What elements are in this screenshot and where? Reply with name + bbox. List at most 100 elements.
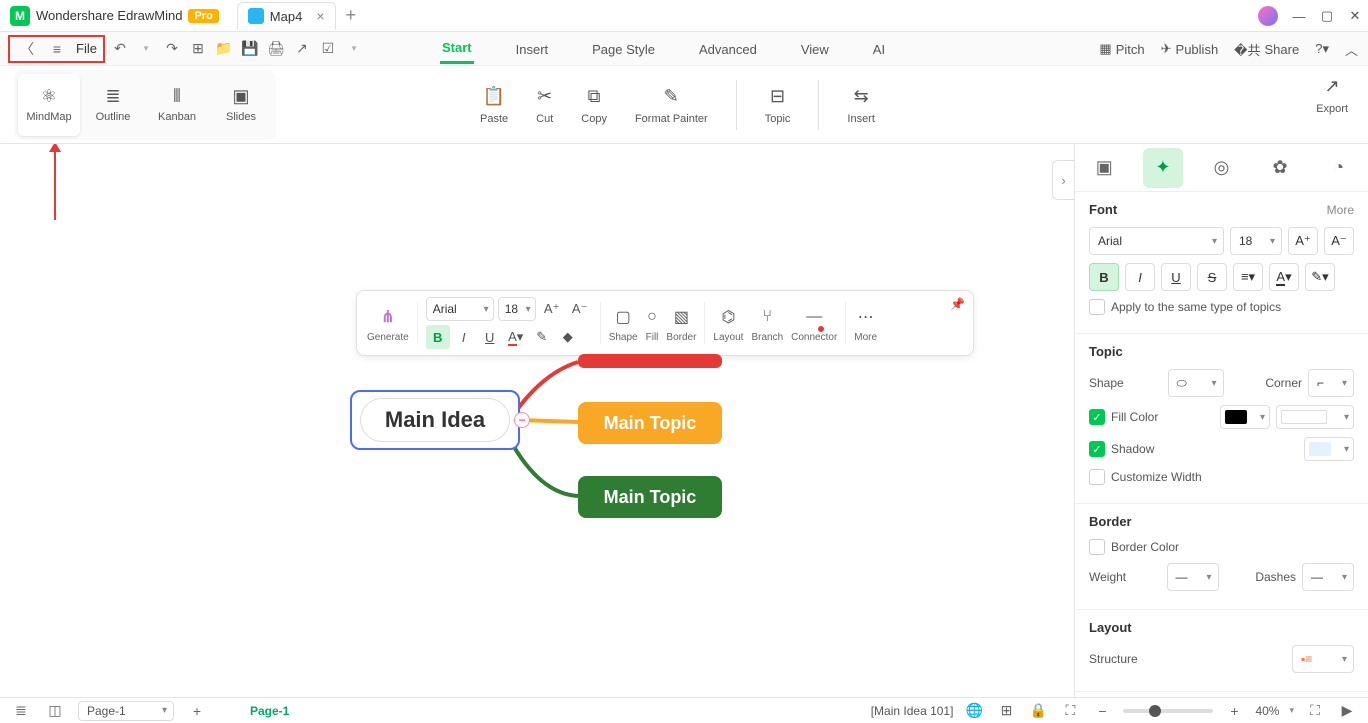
generate-button[interactable]: ⋔ Generate [367,304,409,343]
branch-button[interactable]: ⑂Branch [751,304,783,343]
shadow-checkbox[interactable]: ✓ [1089,441,1105,457]
export-button[interactable]: ↗Export [1316,76,1348,115]
undo-button[interactable]: ↶ [109,38,131,60]
lock-icon[interactable]: 🔒 [1027,700,1049,722]
fillcolor2-picker[interactable] [1276,405,1354,429]
structure-select[interactable]: ▪≡ [1292,645,1354,673]
insert-ribbon-button[interactable]: ⇆Insert [847,86,875,125]
topic-node-2[interactable]: Main Topic [578,402,722,444]
undo-dropdown[interactable]: ▾ [135,38,157,60]
strike-panel-button[interactable]: S [1197,263,1227,291]
increase-font-panel[interactable]: A⁺ [1288,227,1318,255]
bordercolor-checkbox[interactable] [1089,539,1105,555]
qat-more[interactable]: ▾ [343,38,365,60]
copy-button[interactable]: ⧉Copy [581,86,607,125]
publish-button[interactable]: ✈ Publish [1161,41,1219,57]
add-page-button[interactable]: + [186,700,208,722]
italic-button[interactable]: I [452,325,476,349]
fontcolor-button[interactable]: A▾ [504,325,528,349]
print-button[interactable]: 🖨 [265,38,287,60]
collapse-panel-button[interactable]: › [1052,160,1074,200]
fullscreen-icon[interactable]: ⛶ [1304,700,1326,722]
dashes-select[interactable]: — [1302,563,1354,591]
topic-node-3[interactable]: Main Topic [578,476,722,518]
menu-icon[interactable]: ≡ [46,38,68,60]
add-tab-button[interactable]: + [346,5,357,26]
slides-mode-button[interactable]: ▣Slides [210,74,272,136]
fill-button[interactable]: ○Fill [646,304,659,343]
cut-button[interactable]: ✂Cut [536,86,553,125]
font-family-select[interactable]: Arial [1089,227,1224,255]
checklist-button[interactable]: ☑ [317,38,339,60]
corner-select[interactable]: ⌐ [1308,369,1354,397]
user-avatar[interactable] [1258,6,1278,26]
outline-toggle-icon[interactable]: ≣ [10,700,32,722]
bold-panel-button[interactable]: B [1089,263,1119,291]
collapse-handle[interactable]: − [514,412,530,428]
close-window-button[interactable]: ✕ [1348,8,1362,24]
fillcolor-checkbox[interactable]: ✓ [1089,409,1105,425]
decrease-font-panel[interactable]: A⁻ [1324,227,1354,255]
main-idea-node[interactable]: Main Idea − [350,390,520,450]
shape-select[interactable]: ⬭ [1168,369,1224,397]
fontcolor-panel-button[interactable]: A▾ [1269,263,1299,291]
align-panel-button[interactable]: ≡▾ [1233,263,1263,291]
globe-icon[interactable]: 🌐 [963,700,985,722]
clear-format-button[interactable]: ◆ [556,325,580,349]
fillcolor-picker[interactable] [1220,405,1270,429]
redo-button[interactable]: ↷ [161,38,183,60]
font-more-button[interactable]: More [1327,203,1354,217]
tab-start[interactable]: Start [440,34,474,64]
zoom-in-button[interactable]: + [1223,700,1245,722]
close-tab-icon[interactable]: × [316,8,324,24]
outline-mode-button[interactable]: ≣Outline [82,74,144,136]
maximize-button[interactable]: ▢ [1320,8,1334,24]
pitch-button[interactable]: ▦ Pitch [1099,41,1144,57]
panel-tab-theme[interactable]: ✦ [1143,148,1183,188]
font-select[interactable]: Arial [426,297,494,321]
topic-node-1[interactable] [578,354,722,368]
decrease-font-button[interactable]: A⁻ [568,297,592,321]
split-view-icon[interactable]: ◫ [44,700,66,722]
border-button[interactable]: ▧Border [666,304,696,343]
panel-tab-history[interactable]: ◔ [1319,148,1359,188]
format-painter-button[interactable]: ✎Format Painter [635,86,708,125]
apply-same-checkbox[interactable] [1089,299,1105,315]
underline-button[interactable]: U [478,325,502,349]
connector-button[interactable]: —Connector [791,304,837,343]
font-size-select[interactable]: 18 [1230,227,1282,255]
tab-pagestyle[interactable]: Page Style [590,36,657,63]
tab-advanced[interactable]: Advanced [697,36,759,63]
shape-button[interactable]: ▢Shape [609,304,638,343]
paste-button[interactable]: 📋Paste [480,86,508,125]
highlight-button[interactable]: ✎ [530,325,554,349]
fit-icon[interactable]: ⛶ [1059,700,1081,722]
tab-view[interactable]: View [799,36,831,63]
present-icon[interactable]: ▶ [1336,700,1358,722]
bold-button[interactable]: B [426,325,450,349]
weight-select[interactable]: — [1167,563,1219,591]
file-menu-button[interactable]: File [76,41,97,56]
tab-ai[interactable]: AI [871,36,887,63]
customize-width-checkbox[interactable] [1089,469,1105,485]
shadow-picker[interactable] [1304,437,1354,461]
layout-button[interactable]: ⌬Layout [713,304,743,343]
export-qat-button[interactable]: ↗ [291,38,313,60]
italic-panel-button[interactable]: I [1125,263,1155,291]
zoom-slider[interactable] [1123,709,1213,713]
share-button[interactable]: �共 Share [1234,40,1299,59]
help-button[interactable]: ?▾ [1315,41,1329,57]
kanban-mode-button[interactable]: ⦀Kanban [146,74,208,136]
minimize-button[interactable]: — [1292,9,1306,24]
topic-button[interactable]: ⊟Topic [765,86,791,125]
page-select[interactable]: Page-1 [78,701,174,721]
new-button[interactable]: ⊞ [187,38,209,60]
underline-panel-button[interactable]: U [1161,263,1191,291]
fontsize-select[interactable]: 18 [498,297,536,321]
zoom-dropdown[interactable]: ▾ [1289,705,1294,716]
panel-tab-icon[interactable]: ◎ [1201,148,1241,188]
tab-insert[interactable]: Insert [514,36,551,63]
active-page-label[interactable]: Page-1 [250,704,289,718]
zoom-out-button[interactable]: − [1091,700,1113,722]
canvas[interactable]: ⋔ Generate Arial 18 A⁺ A⁻ B I U A▾ ✎ ◆ ▢… [0,144,1074,697]
